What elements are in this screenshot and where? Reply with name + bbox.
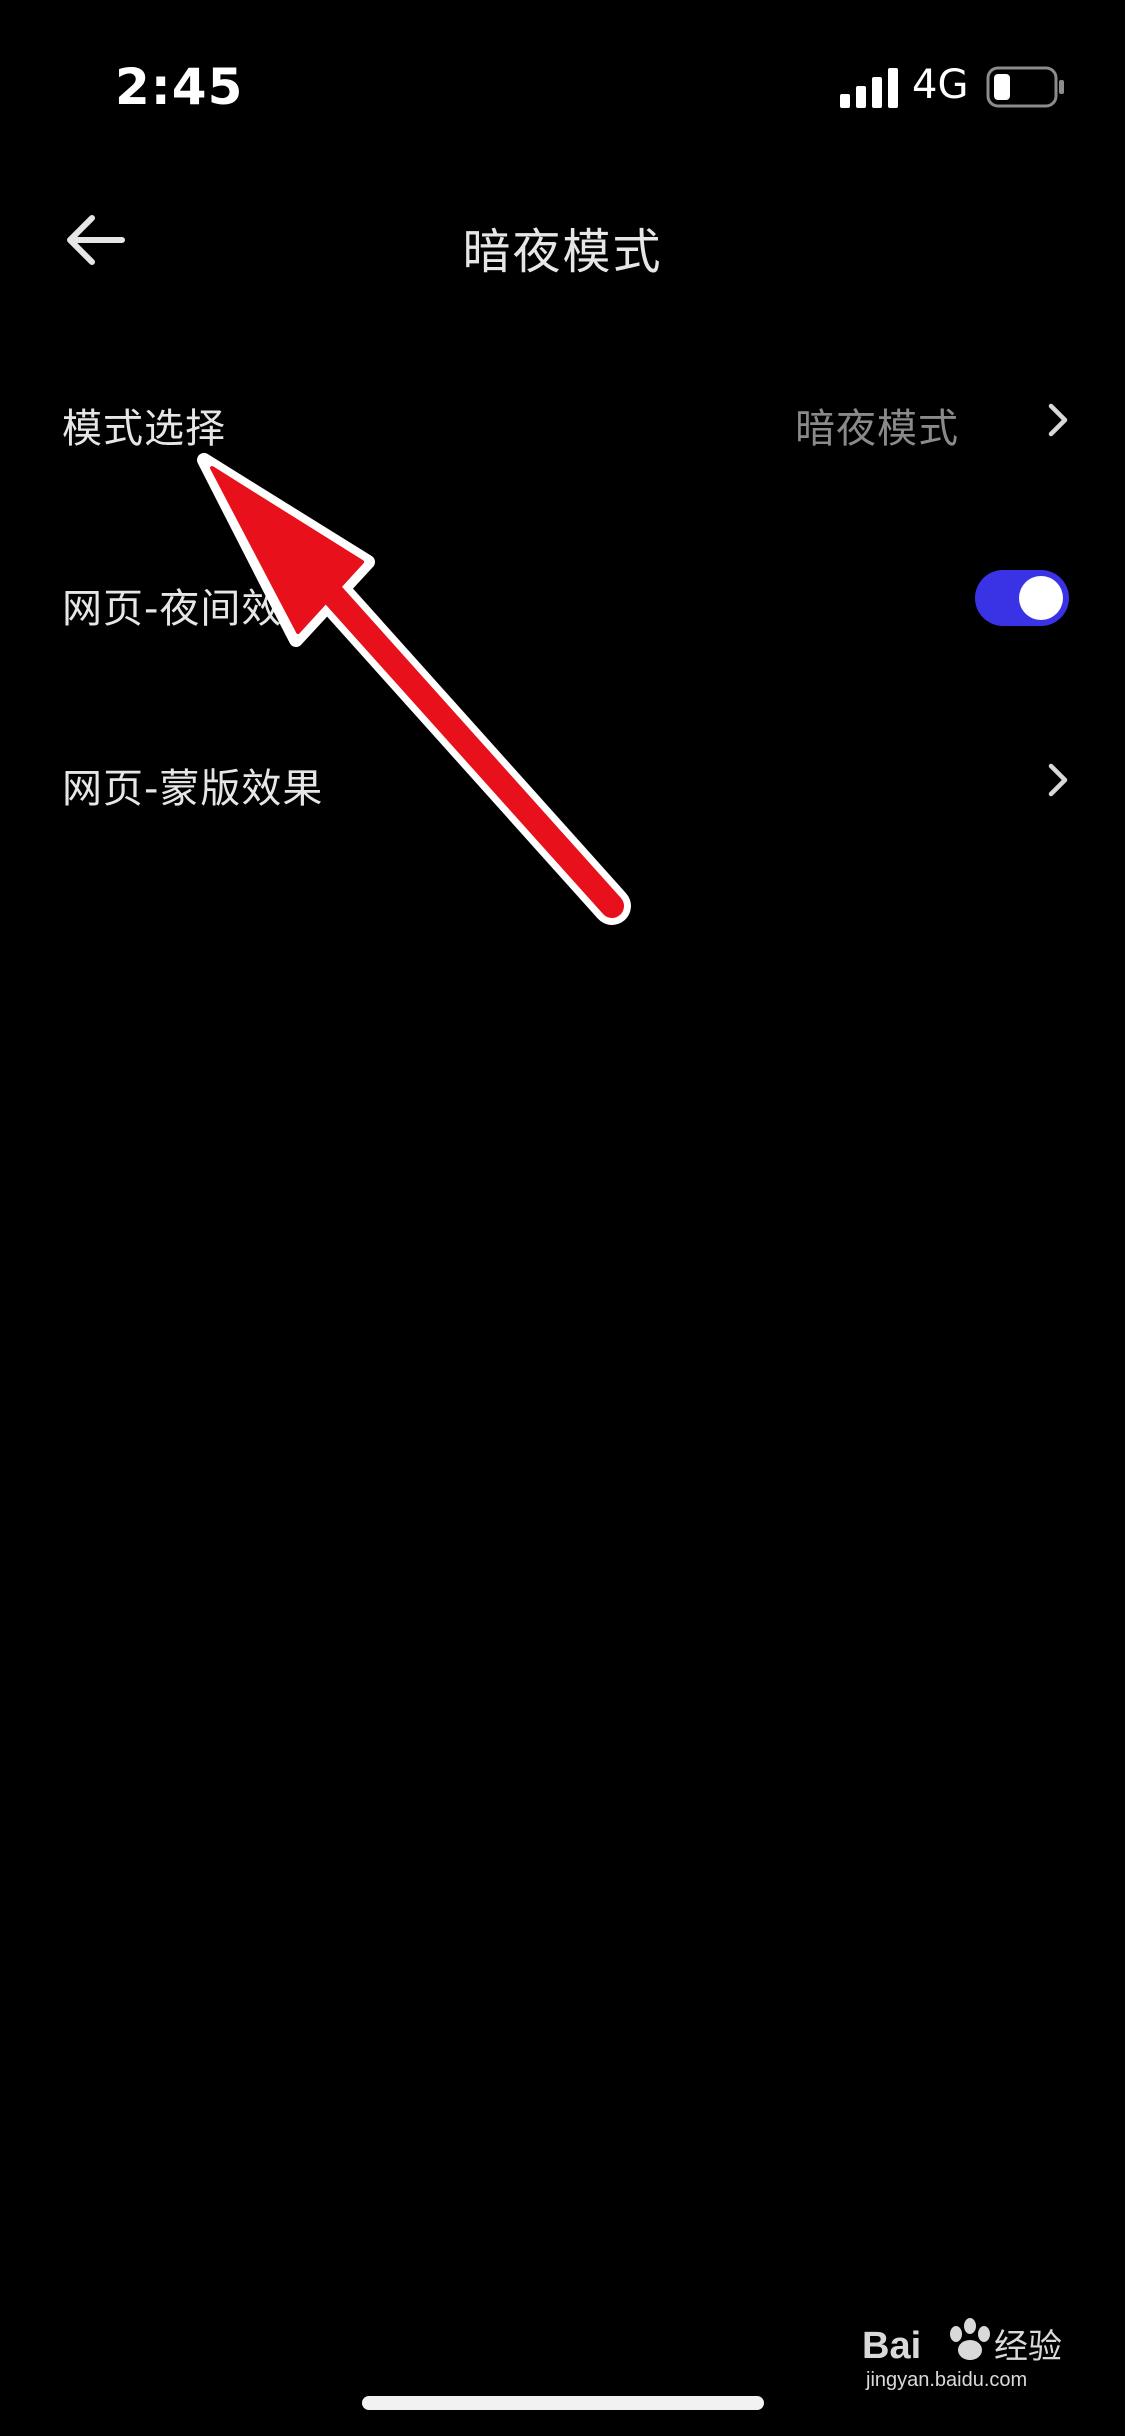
setting-mode-select[interactable]: 模式选择 暗夜模式 <box>0 360 1125 480</box>
signal-strength-icon <box>840 68 898 108</box>
toggle-knob <box>1019 576 1063 620</box>
web-night-toggle[interactable] <box>975 570 1069 626</box>
setting-label: 网页-夜间效果 <box>62 586 324 632</box>
svg-text:jingyan.baidu.com: jingyan.baidu.com <box>865 2369 1027 2390</box>
setting-label: 模式选择 <box>62 406 226 452</box>
setting-label: 网页-蒙版效果 <box>62 766 324 812</box>
status-time: 2:45 <box>115 58 244 116</box>
page-title: 暗夜模式 <box>462 224 663 280</box>
setting-value: 暗夜模式 <box>795 406 959 452</box>
chevron-right-icon <box>1048 403 1068 437</box>
network-type: 4G <box>912 62 969 108</box>
chevron-right-icon <box>1048 763 1068 797</box>
home-indicator[interactable] <box>362 2396 764 2410</box>
setting-web-mask[interactable]: 网页-蒙版效果 <box>0 720 1125 840</box>
svg-text:Bai: Bai <box>862 2325 921 2367</box>
svg-text:经验: 经验 <box>994 2327 1062 2367</box>
setting-web-night: 网页-夜间效果 <box>0 540 1125 660</box>
baidu-jingyan-watermark: Bai 经验 jingyan.baidu.com <box>862 2318 1062 2390</box>
battery-icon <box>986 66 1064 108</box>
